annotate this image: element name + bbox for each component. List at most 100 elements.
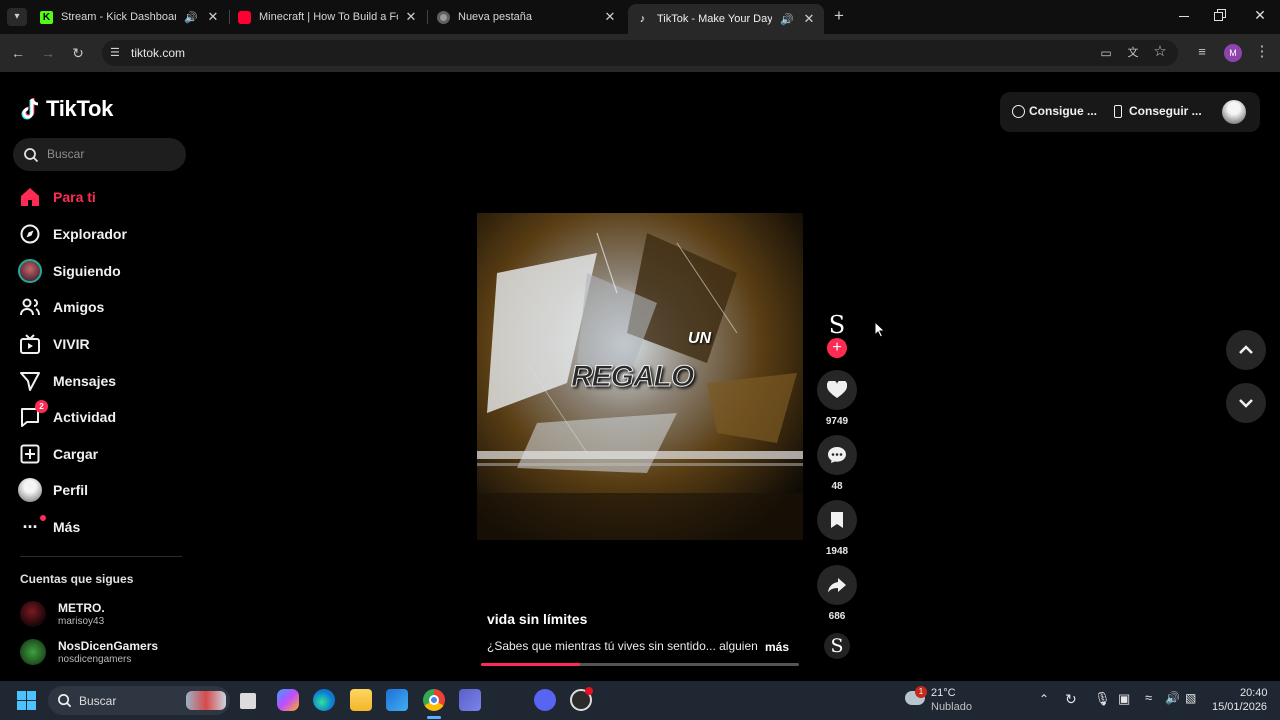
tab-new-tab[interactable]: Nueva pestaña ✕	[429, 4, 625, 30]
video-progress-bar[interactable]	[481, 663, 799, 666]
next-video-button[interactable]	[1226, 383, 1266, 423]
close-tab-icon[interactable]: ✕	[603, 9, 617, 25]
minimize-button[interactable]	[1176, 8, 1192, 24]
follow-plus-button[interactable]: +	[827, 338, 847, 358]
weather-badge: 1	[915, 686, 927, 698]
weather-description: Nublado	[931, 701, 972, 713]
nav-label: Más	[53, 519, 81, 535]
video-overlay-text: UN	[688, 330, 712, 347]
like-count: 9749	[825, 416, 849, 427]
nav-mensajes[interactable]: Mensajes	[18, 368, 116, 394]
tab-kick-dashboard[interactable]: K Stream - Kick Dashboard 🔊 ✕	[32, 4, 228, 30]
close-window-button[interactable]: ✕	[1252, 7, 1268, 25]
bookmark-icon	[831, 512, 843, 528]
tab-title: Nueva pestaña	[458, 11, 532, 23]
volume-icon[interactable]: 🔊	[1165, 691, 1180, 705]
see-more-link[interactable]: más	[765, 640, 789, 654]
tab-tiktok[interactable]: ♪ TikTok - Make Your Day 🔊 ✕	[628, 4, 824, 34]
menu-icon[interactable]: ⋮	[1253, 44, 1271, 60]
teams-icon[interactable]	[459, 689, 481, 711]
close-tab-icon[interactable]: ✕	[802, 11, 816, 27]
edge-icon[interactable]	[313, 689, 335, 711]
following-accounts-title: Cuentas que sigues	[20, 572, 134, 586]
chrome-taskbar-icon[interactable]	[423, 689, 445, 711]
reload-icon[interactable]: ↻	[69, 45, 87, 61]
taskbar-search[interactable]: Buscar	[48, 686, 230, 715]
nav-actividad[interactable]: 2 Actividad	[18, 400, 116, 430]
account-avatar	[20, 639, 46, 665]
sound-avatar[interactable]: S	[824, 633, 850, 659]
tab-minecraft[interactable]: Minecraft | How To Build a Fore ✕	[230, 4, 426, 30]
nav-label: Explorador	[53, 226, 127, 242]
nav-explorador[interactable]: Explorador	[18, 221, 127, 247]
user-avatar[interactable]	[1222, 100, 1246, 124]
mouse-cursor	[874, 321, 886, 338]
speaker-icon[interactable]: 🔊	[780, 13, 794, 26]
nav-siguiendo[interactable]: Siguiendo	[18, 258, 121, 284]
save-count: 1948	[825, 546, 849, 557]
close-tab-icon[interactable]: ✕	[404, 9, 418, 25]
get-app-button[interactable]: Conseguir ...	[1114, 104, 1202, 118]
new-tab-button[interactable]: +	[830, 7, 848, 25]
display-icon[interactable]: ▣	[1118, 691, 1130, 707]
reading-list-icon[interactable]: ≡	[1193, 44, 1211, 60]
microphone-icon[interactable]: 🎙	[1094, 691, 1111, 707]
video-player[interactable]: UN REGALO	[477, 213, 803, 540]
site-info-icon[interactable]: ☰	[110, 46, 120, 59]
nav-label: Para ti	[53, 189, 96, 205]
nav-perfil[interactable]: Perfil	[18, 477, 88, 503]
speaker-icon[interactable]: 🔊	[184, 11, 198, 24]
tab-title: TikTok - Make Your Day	[657, 13, 773, 25]
translate-icon[interactable]: 文	[1124, 45, 1142, 61]
profile-avatar[interactable]: M	[1224, 44, 1242, 62]
nav-para-ti[interactable]: Para ti	[18, 184, 96, 210]
task-view-icon[interactable]	[240, 693, 256, 709]
back-icon[interactable]: ←	[9, 45, 27, 61]
search-input[interactable]: Buscar	[13, 138, 186, 171]
activity-icon: 2	[18, 400, 48, 429]
nav-label: Cargar	[53, 446, 99, 462]
wifi-icon[interactable]: ≈	[1145, 690, 1152, 705]
tiktok-logo[interactable]: TikTok	[20, 96, 113, 122]
tiktok-page: TikTok Buscar Para ti Explorador Siguien…	[0, 72, 1280, 681]
nav-mas[interactable]: ··· Más	[18, 514, 80, 540]
copilot-icon[interactable]	[277, 689, 299, 711]
restore-button[interactable]	[1214, 9, 1228, 23]
close-tab-icon[interactable]: ✕	[206, 9, 220, 25]
discord-icon[interactable]	[534, 689, 556, 711]
taskbar-search-placeholder: Buscar	[79, 694, 117, 708]
nav-vivir[interactable]: VIVIR	[18, 331, 90, 357]
get-coins-button[interactable]: Consigue ...	[1012, 104, 1097, 118]
file-explorer-icon[interactable]	[350, 689, 372, 711]
windows-start-icon[interactable]	[17, 691, 36, 710]
browser-tab-strip: ▾ K Stream - Kick Dashboard 🔊 ✕ Minecraf…	[0, 0, 1280, 34]
weather-temperature: 21°C	[931, 687, 956, 699]
nav-cargar[interactable]: Cargar	[18, 441, 98, 467]
battery-icon[interactable]: ▧	[1185, 691, 1196, 705]
like-button[interactable]	[817, 370, 857, 410]
tab-search-button[interactable]: ▾	[7, 8, 27, 26]
tray-overflow-icon[interactable]: ⌃	[1039, 692, 1049, 706]
outlook-icon[interactable]	[386, 689, 408, 711]
forward-icon[interactable]: →	[39, 45, 57, 61]
comment-button[interactable]	[817, 435, 857, 475]
save-button[interactable]	[817, 500, 857, 540]
phone-icon	[1114, 104, 1122, 118]
account-name: METRO.	[58, 601, 105, 615]
address-bar[interactable]: ☰ tiktok.com	[102, 40, 1178, 66]
creator-avatar[interactable]: S	[822, 310, 852, 340]
followed-account[interactable]: METRO. marisoy43	[20, 601, 105, 627]
share-button[interactable]	[817, 565, 857, 605]
progress-fill	[481, 663, 580, 666]
nav-amigos[interactable]: Amigos	[18, 294, 104, 320]
install-app-icon[interactable]: ▭	[1097, 45, 1115, 61]
followed-account[interactable]: NosDicenGamers nosdicengamers	[20, 639, 158, 665]
nav-label: Mensajes	[53, 373, 117, 389]
previous-video-button[interactable]	[1226, 330, 1266, 370]
sync-icon[interactable]: ↻	[1065, 691, 1077, 708]
clock-date[interactable]: 15/01/2026	[1212, 701, 1267, 713]
bookmark-star-icon[interactable]: ☆	[1151, 44, 1169, 60]
share-count: 686	[828, 611, 846, 622]
live-tv-icon	[18, 332, 42, 356]
clock-time[interactable]: 20:40	[1240, 687, 1268, 699]
